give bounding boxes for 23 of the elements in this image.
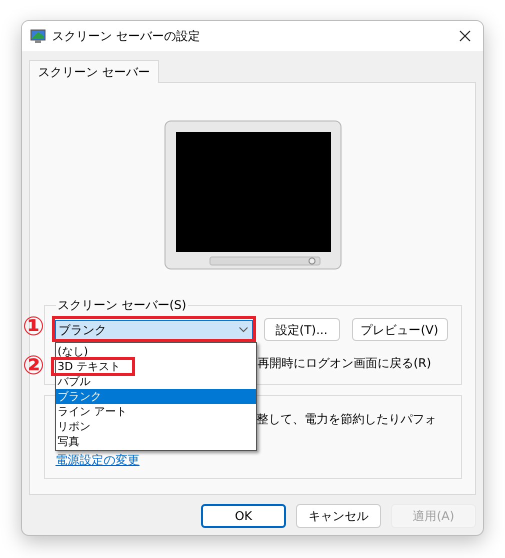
dialog-button[interactable]: キャンセル — [296, 504, 381, 528]
dropdown-option[interactable]: ブランク — [56, 388, 256, 404]
dropdown-option[interactable]: ライン アート — [56, 404, 256, 418]
checkbox-label: 再開時にログオン画面に戻る(R) — [258, 356, 432, 370]
power-settings-link[interactable]: 電源設定の変更 — [56, 453, 140, 467]
dialog-button[interactable]: OK — [201, 504, 286, 528]
tab[interactable]: スクリーン セーバー — [29, 60, 159, 83]
screen-saver-dropdown[interactable]: ブランク — [54, 320, 252, 340]
chevron-down-icon — [238, 326, 248, 332]
settings-button[interactable]: 設定(T)... — [264, 318, 340, 341]
step-number: ① — [22, 312, 45, 342]
dropdown-option[interactable]: バブル — [56, 374, 256, 388]
dropdown-option[interactable]: リボン — [56, 418, 256, 434]
window-title: スクリーン セーバーの設定 — [52, 28, 200, 45]
preview-button[interactable]: プレビュー(V) — [352, 318, 448, 341]
power-description: 整して、電力を節約したりパフォ — [256, 412, 436, 426]
dropdown-option[interactable]: 写真 — [56, 434, 256, 448]
dropdown-option[interactable]: (なし) — [56, 344, 256, 358]
group-label: スクリーン セーバー(S) — [56, 297, 188, 314]
dropdown-option[interactable]: 3D テキスト — [56, 358, 256, 374]
step-number: ② — [22, 350, 45, 380]
monitor-icon — [30, 28, 46, 44]
close-icon[interactable] — [459, 30, 471, 42]
